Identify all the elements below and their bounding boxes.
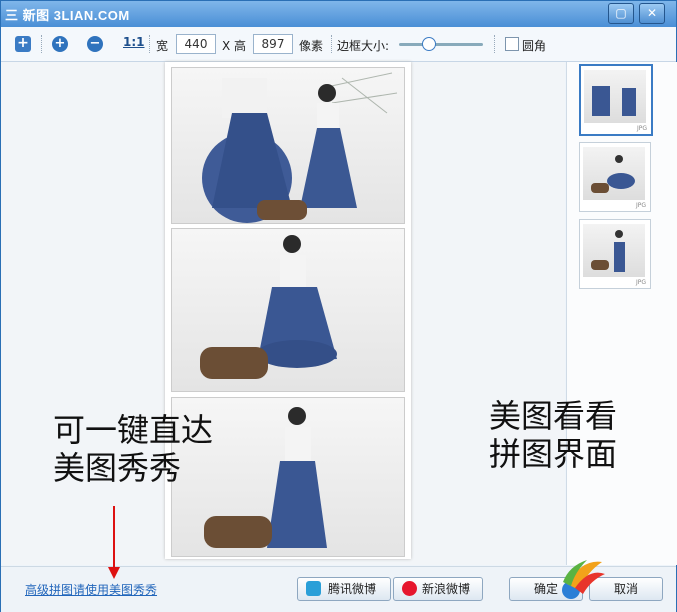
border-size-slider[interactable] [399, 43, 483, 46]
thumbnail-1[interactable]: JPG [579, 64, 653, 136]
zoom-in-icon: + [54, 36, 66, 51]
tencent-weibo-label: 腾讯微博 [328, 582, 377, 596]
toolbar: + + − 1:1 宽 440 X 高 897 像素 边框大小: 圆角 [1, 27, 676, 62]
annotation-right-line2: 拼图界面 [489, 435, 618, 473]
thumbnail-panel: JPG JPG JPG [566, 62, 677, 565]
border-size-label: 边框大小: [337, 39, 390, 53]
toolbar-divider [331, 35, 333, 53]
site-logo-icon [562, 560, 605, 599]
sina-weibo-icon [402, 581, 417, 596]
tencent-weibo-icon [306, 581, 321, 596]
toolbar-divider [149, 35, 151, 53]
annotation-arrow [113, 506, 115, 570]
collage-window: 三 新图 3LIAN.COM ▢ ✕ + + − 1:1 宽 440 X 高 8… [0, 0, 677, 612]
photo-models-skirt-image [202, 72, 398, 223]
width-label: 宽 [156, 39, 169, 53]
thumbnail-image [583, 224, 645, 277]
close-button[interactable]: ✕ [639, 3, 665, 24]
tencent-weibo-button[interactable]: 腾讯微博 [297, 577, 391, 601]
toolbar-divider [41, 35, 43, 53]
annotation-left-line1: 可一键直达 [53, 411, 214, 449]
annotation-right-line1: 美图看看 [489, 397, 618, 435]
zoom-in-button[interactable]: + [52, 36, 68, 52]
close-icon: ✕ [646, 6, 658, 20]
collage-photo-1[interactable] [171, 67, 405, 224]
rounded-corner-label: 圆角 [522, 39, 547, 53]
ok-button-label: 确定 [533, 582, 558, 596]
annotation-left: 可一键直达 美图秀秀 [53, 411, 213, 487]
actual-size-button[interactable]: 1:1 [123, 35, 145, 49]
thumbnail-image [583, 147, 645, 200]
collage-photo-2[interactable] [171, 228, 405, 392]
jpg-badge: JPG [636, 125, 647, 132]
cancel-button-label: 取消 [613, 582, 638, 596]
sina-weibo-label: 新浪微博 [422, 582, 471, 596]
collage-canvas [1, 62, 565, 565]
maximize-icon: ▢ [615, 6, 627, 20]
thumbnail-2[interactable]: JPG [579, 142, 651, 212]
photo-model-sitting-image [200, 235, 337, 379]
advanced-collage-link[interactable]: 高级拼图请使用美图秀秀 [25, 581, 157, 598]
unit-label: 像素 [299, 39, 324, 53]
add-image-button[interactable]: + [15, 36, 31, 52]
plus-icon: + [17, 35, 29, 51]
rounded-corner-checkbox[interactable] [505, 37, 519, 51]
jpg-badge: JPG [635, 202, 646, 209]
sina-weibo-button[interactable]: 新浪微博 [393, 577, 483, 601]
height-label: X 高 [222, 39, 247, 53]
toolbar-divider [494, 35, 496, 53]
border-size-slider-thumb[interactable] [422, 37, 437, 51]
window-title: 三 新图 3LIAN.COM [5, 8, 130, 23]
zoom-out-icon: − [89, 36, 101, 51]
jpg-badge: JPG [635, 279, 646, 286]
annotation-right: 美图看看 拼图界面 [489, 397, 617, 473]
thumbnail-3[interactable]: JPG [579, 219, 651, 289]
thumbnail-image [584, 70, 646, 123]
width-input[interactable]: 440 [176, 34, 216, 54]
maximize-button[interactable]: ▢ [608, 3, 634, 24]
height-input[interactable]: 897 [253, 34, 293, 54]
annotation-left-line2: 美图秀秀 [53, 449, 182, 487]
title-bar[interactable]: 三 新图 3LIAN.COM ▢ ✕ [1, 1, 676, 27]
zoom-out-button[interactable]: − [87, 36, 103, 52]
annotation-arrow-head [108, 567, 120, 579]
